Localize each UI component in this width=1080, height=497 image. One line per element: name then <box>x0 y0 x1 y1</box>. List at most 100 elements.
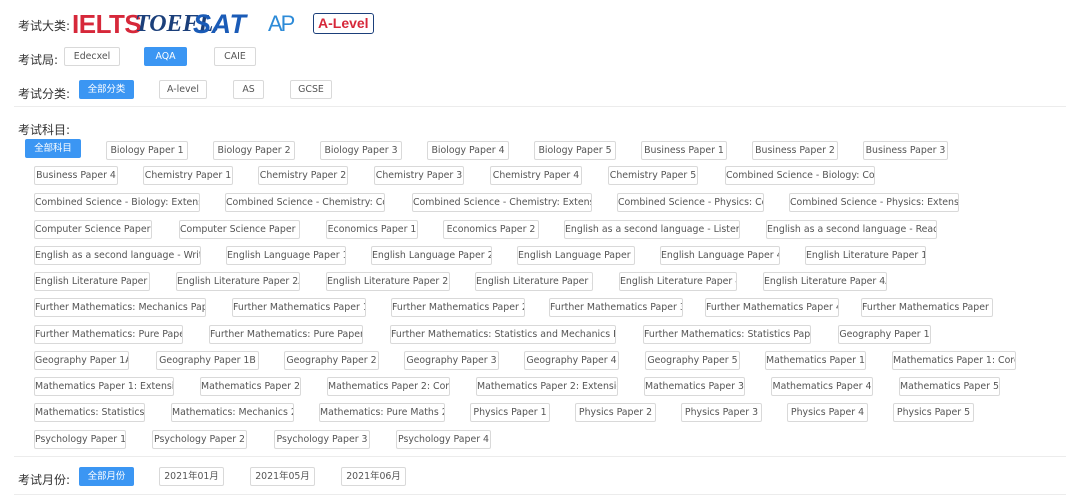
exam-board-row: 考试局: Edecxel AQA CAIE <box>0 40 1080 70</box>
subject-label: 考试科目: <box>18 123 71 137</box>
board-option-edexcel[interactable]: Edecxel <box>64 47 120 66</box>
subject-option[interactable]: Further Mathematics: Pure Paper 2 <box>209 325 363 344</box>
subject-option[interactable]: Physics Paper 2 <box>575 403 656 422</box>
subject-option[interactable]: Mathematics Paper 1 <box>765 351 866 370</box>
subject-option[interactable]: Mathematics Paper 5 <box>899 377 1000 396</box>
subject-option[interactable]: English Language Paper 1 <box>226 246 346 265</box>
subject-option[interactable]: Mathematics Paper 2: Extension <box>476 377 618 396</box>
subject-option[interactable]: Mathematics Paper 3 <box>644 377 745 396</box>
subject-option[interactable]: English Language Paper 4 <box>660 246 780 265</box>
subject-option[interactable]: Psychology Paper 4 <box>396 430 491 449</box>
subject-option[interactable]: Further Mathematics Paper 5 <box>861 298 993 317</box>
subject-option[interactable]: Biology Paper 2 <box>213 141 295 160</box>
subject-option[interactable]: Further Mathematics: Pure Paper 1 <box>34 325 183 344</box>
subject-option[interactable]: Further Mathematics Paper 3 <box>549 298 683 317</box>
subject-option[interactable]: Computer Science Paper 1 <box>34 220 152 239</box>
subject-option[interactable]: Chemistry Paper 4 <box>490 166 582 185</box>
subject-option[interactable]: Combined Science - Physics: Core <box>617 193 764 212</box>
subject-option[interactable]: Further Mathematics Paper 2 <box>391 298 525 317</box>
subject-option[interactable]: Further Mathematics Paper 4 <box>705 298 839 317</box>
category-option-a-level[interactable]: A-level <box>159 80 207 99</box>
month-row: 考试月份: 全部月份 2021年01月 2021年05月 2021年06月 <box>0 458 1080 494</box>
category-option-as[interactable]: AS <box>233 80 264 99</box>
subject-option[interactable]: English Literature Paper 3 <box>475 272 593 291</box>
subject-option[interactable]: English as a second language - Writing <box>34 246 201 265</box>
subject-option[interactable]: Geography Paper 5 <box>645 351 740 370</box>
subject-option[interactable]: Geography Paper 3 <box>404 351 499 370</box>
subject-option[interactable]: English Literature Paper 4A <box>763 272 887 291</box>
subject-option[interactable]: Chemistry Paper 1 <box>143 166 233 185</box>
month-option-all[interactable]: 全部月份 <box>79 467 134 486</box>
subject-option[interactable]: Mathematics Paper 1: Extension <box>34 377 174 396</box>
subject-option[interactable]: Business Paper 2 <box>752 141 838 160</box>
subject-option[interactable]: Biology Paper 1 <box>106 141 188 160</box>
subject-option[interactable]: English Literature Paper 2 <box>34 272 150 291</box>
subject-option[interactable]: Biology Paper 5 <box>534 141 616 160</box>
subject-option[interactable]: Chemistry Paper 3 <box>374 166 464 185</box>
subject-option[interactable]: Economics Paper 2 <box>443 220 539 239</box>
subject-option[interactable]: English Language Paper 3 <box>517 246 635 265</box>
subject-option[interactable]: Mathematics Paper 2 <box>200 377 301 396</box>
subject-option[interactable]: Geography Paper 2 <box>284 351 379 370</box>
subject-option[interactable]: English as a second language - Reading <box>766 220 937 239</box>
subject-option[interactable]: Computer Science Paper 2 <box>179 220 300 239</box>
subject-option[interactable]: Mathematics Paper 2: Core <box>327 377 450 396</box>
subject-option[interactable]: Mathematics: Pure Maths 2 <box>319 403 445 422</box>
month-option-2021-05[interactable]: 2021年05月 <box>250 467 315 486</box>
subject-option[interactable]: Combined Science - Biology: Core <box>725 166 875 185</box>
subject-option[interactable]: English Literature Paper 2A <box>176 272 300 291</box>
subject-option[interactable]: Psychology Paper 2 <box>152 430 247 449</box>
month-option-2021-06[interactable]: 2021年06月 <box>341 467 406 486</box>
board-option-aqa[interactable]: AQA <box>144 47 187 66</box>
category-option-gcse[interactable]: GCSE <box>290 80 332 99</box>
subject-option[interactable]: Combined Science - Biology: Extension <box>34 193 200 212</box>
exam-type-label: 考试大类: <box>18 19 71 33</box>
subject-option[interactable]: Chemistry Paper 2 <box>258 166 348 185</box>
subject-option[interactable]: Further Mathematics: Mechanics Paper 2 <box>34 298 206 317</box>
subject-option[interactable]: Geography Paper 1A <box>34 351 129 370</box>
subject-option[interactable]: English Literature Paper 1 <box>805 246 926 265</box>
exam-type-row: 考试大类: IELTS TOEFL. SAT AP A-Level <box>0 0 1080 40</box>
subject-option[interactable]: English Literature Paper 2B <box>326 272 450 291</box>
category-option-all[interactable]: 全部分类 <box>79 80 134 99</box>
subject-option[interactable]: Physics Paper 3 <box>681 403 762 422</box>
subject-option[interactable]: English Literature Paper 4 <box>619 272 737 291</box>
subject-option[interactable]: Further Mathematics: Statistics and Mech… <box>390 325 616 344</box>
ap-logo[interactable]: AP <box>268 10 295 38</box>
subject-option[interactable]: Geography Paper 1B <box>156 351 259 370</box>
subject-option[interactable]: Physics Paper 1 <box>470 403 550 422</box>
subject-option[interactable]: Combined Science - Chemistry: Extension <box>412 193 592 212</box>
subject-option[interactable]: Psychology Paper 1 <box>34 430 126 449</box>
subject-option[interactable]: Mathematics Paper 1: Core <box>892 351 1016 370</box>
subject-option[interactable]: Geography Paper 4 <box>524 351 619 370</box>
category-label: 考试分类: <box>18 87 71 101</box>
subject-option[interactable]: Psychology Paper 3 <box>274 430 370 449</box>
subject-option[interactable]: Biology Paper 4 <box>427 141 509 160</box>
subject-option[interactable]: Combined Science - Chemistry: Core <box>225 193 385 212</box>
subject-option[interactable]: Economics Paper 1 <box>326 220 418 239</box>
sat-logo[interactable]: SAT <box>193 10 247 38</box>
subject-option-all[interactable]: 全部科目 <box>25 139 81 158</box>
subject-option[interactable]: Mathematics: Statistics 2 <box>34 403 145 422</box>
subject-option[interactable]: Business Paper 4 <box>34 166 118 185</box>
subject-option[interactable]: Business Paper 1 <box>641 141 727 160</box>
a-level-logo[interactable]: A-Level <box>313 13 374 34</box>
subject-option[interactable]: Business Paper 3 <box>863 141 948 160</box>
divider <box>14 456 1066 457</box>
subject-option[interactable]: Mathematics: Mechanics 2 <box>171 403 294 422</box>
subject-option[interactable]: Combined Science - Physics: Extension <box>789 193 959 212</box>
subject-option[interactable]: Mathematics Paper 4 <box>771 377 873 396</box>
subject-option[interactable]: Biology Paper 3 <box>320 141 402 160</box>
board-option-caie[interactable]: CAIE <box>214 47 256 66</box>
subject-option[interactable]: Further Mathematics Paper 1 <box>232 298 366 317</box>
divider <box>14 106 1066 107</box>
subject-option[interactable]: Physics Paper 4 <box>787 403 868 422</box>
subject-option[interactable]: Geography Paper 1 <box>838 325 931 344</box>
subject-option[interactable]: Further Mathematics: Statistics Paper 2 <box>643 325 811 344</box>
month-option-2021-01[interactable]: 2021年01月 <box>159 467 224 486</box>
subject-option[interactable]: English Language Paper 2 <box>371 246 492 265</box>
ielts-logo[interactable]: IELTS <box>72 10 142 38</box>
subject-option[interactable]: Chemistry Paper 5 <box>608 166 698 185</box>
subject-option[interactable]: Physics Paper 5 <box>893 403 974 422</box>
subject-option[interactable]: English as a second language - Listening <box>564 220 740 239</box>
